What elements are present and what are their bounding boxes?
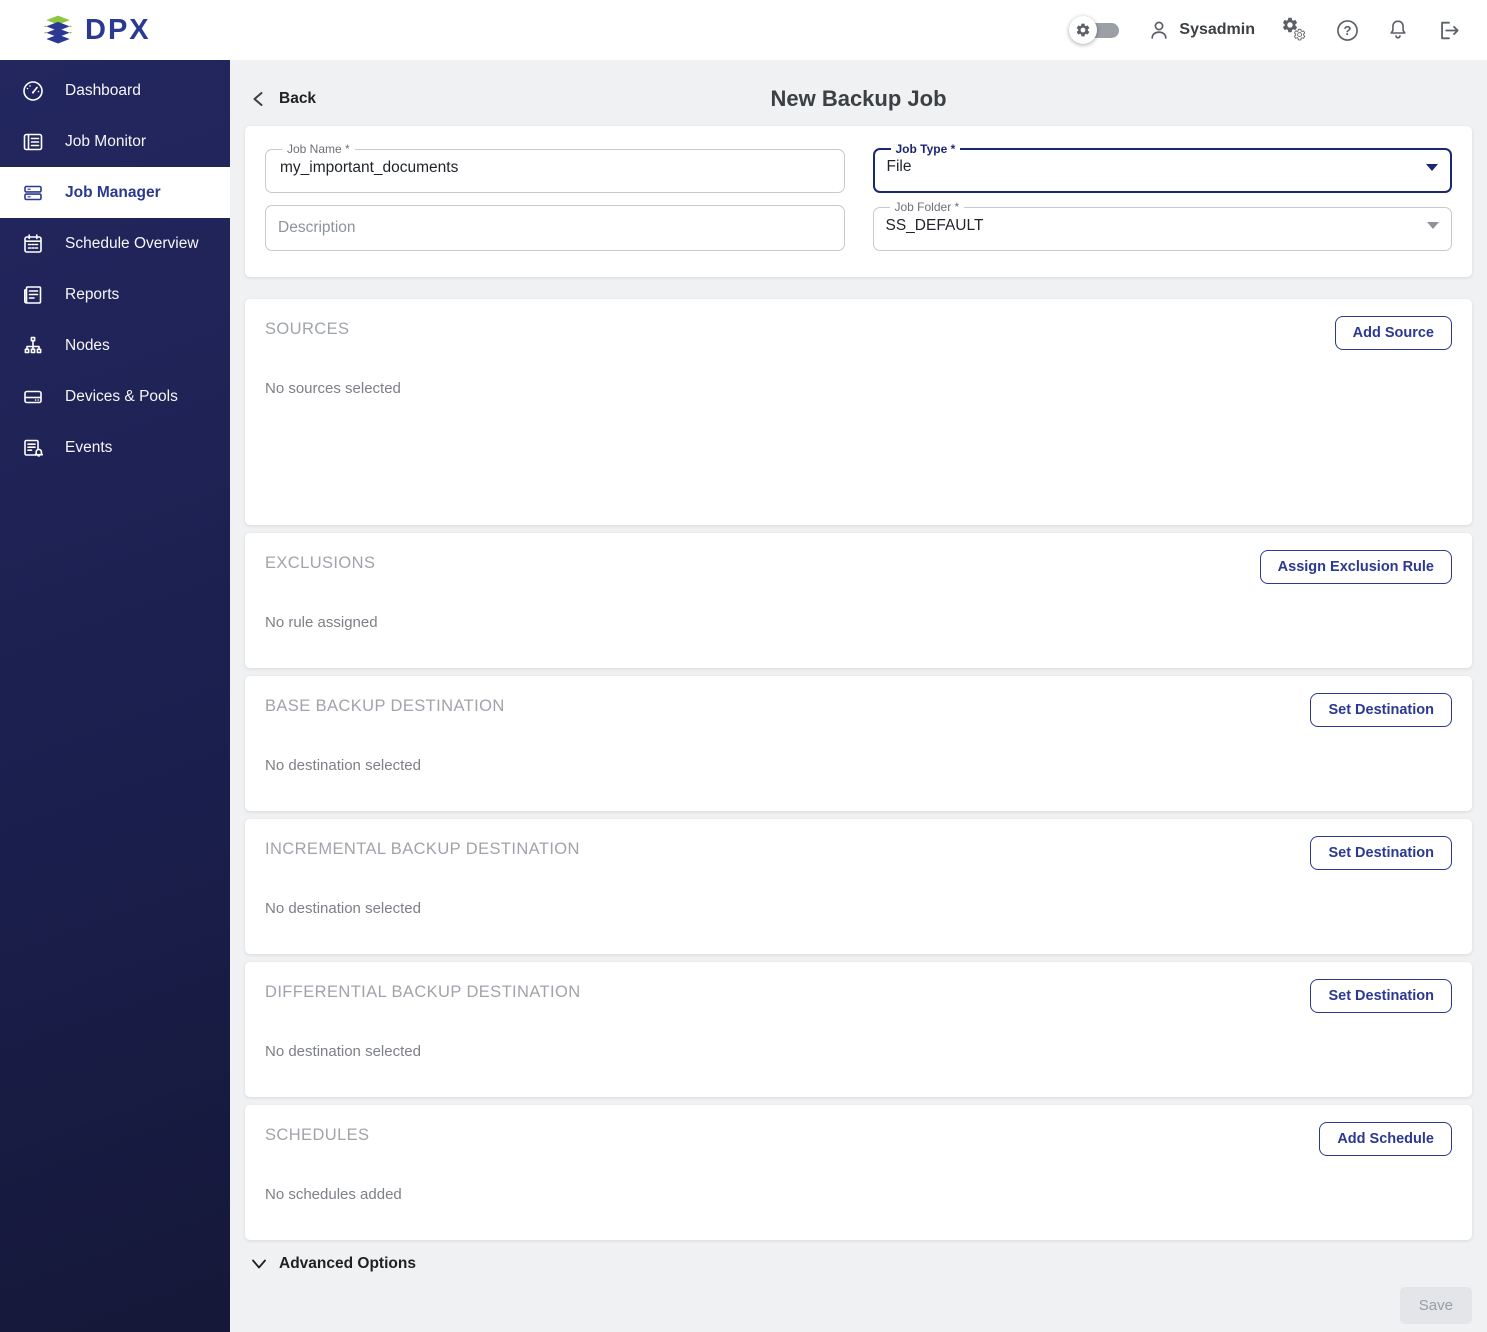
set-destination-button[interactable]: Set Destination [1310, 979, 1452, 1013]
description-input[interactable] [265, 205, 845, 251]
section-incremental-backup-destination: INCREMENTAL BACKUP DESTINATION Set Desti… [245, 819, 1472, 954]
logout-icon[interactable] [1436, 18, 1461, 43]
theme-toggle[interactable] [1069, 15, 1121, 45]
username: Sysadmin [1179, 21, 1255, 38]
sidebar-item-nodes[interactable]: Nodes [0, 320, 230, 371]
jobs-icon [21, 181, 45, 205]
sidebar-item-events[interactable]: Events [0, 422, 230, 473]
save-button[interactable]: Save [1399, 1287, 1472, 1324]
chevron-down-icon [1426, 163, 1438, 171]
section-sources: SOURCES Add Source No sources selected [245, 299, 1472, 525]
chevron-down-icon [1427, 222, 1439, 229]
notifications-bell-icon[interactable] [1386, 18, 1410, 42]
sidebar-item-label: Nodes [65, 336, 110, 354]
dpx-logo: DPX [40, 12, 151, 48]
back-label: Back [279, 90, 317, 107]
main-content: Back New Backup Job Job Name * Job Type … [230, 60, 1487, 1332]
section-empty-text: No destination selected [265, 900, 421, 917]
section-empty-text: No destination selected [265, 757, 421, 774]
sidebar-item-label: Dashboard [65, 81, 141, 99]
job-name-label: Job Name * [287, 142, 350, 156]
sidebar-item-devices-pools[interactable]: Devices & Pools [0, 371, 230, 422]
section-empty-text: No rule assigned [265, 614, 378, 631]
list-icon [21, 130, 45, 154]
dpx-logo-layers-icon [43, 15, 73, 44]
brand-name: DPX [85, 13, 151, 46]
job-name-input[interactable] [278, 157, 832, 178]
sidebar-item-label: Devices & Pools [65, 387, 178, 405]
section-title: SOURCES [265, 320, 350, 338]
job-type-select[interactable]: File [886, 158, 1438, 176]
user-icon [1147, 18, 1171, 42]
gauge-icon [21, 79, 45, 103]
section-exclusions: EXCLUSIONS Assign Exclusion Rule No rule… [245, 533, 1472, 668]
nodes-icon [21, 334, 45, 358]
sections-list: SOURCES Add Source No sources selected E… [245, 299, 1472, 1240]
sidebar-item-job-manager[interactable]: Job Manager [0, 167, 230, 218]
sidebar-item-label: Job Manager [65, 183, 161, 201]
chevron-down-icon [252, 1259, 266, 1269]
section-title: EXCLUSIONS [265, 554, 376, 572]
sidebar-item-label: Job Monitor [65, 132, 146, 150]
section-title: BASE BACKUP DESTINATION [265, 697, 505, 715]
job-name-field: Job Name * [265, 142, 845, 193]
job-type-label: Job Type * [895, 142, 956, 156]
svg-text:?: ? [1344, 22, 1352, 37]
set-destination-button[interactable]: Set Destination [1310, 836, 1452, 870]
top-bar: DPX Sysadmin ? [0, 0, 1487, 60]
job-details-card: Job Name * Job Type * File Job Folder * … [245, 126, 1472, 277]
settings-gears-icon[interactable] [1281, 16, 1309, 44]
section-empty-text: No sources selected [265, 380, 401, 397]
chevron-left-icon [253, 92, 263, 106]
add-schedule-button[interactable]: Add Schedule [1319, 1122, 1452, 1156]
sidebar-item-reports[interactable]: Reports [0, 269, 230, 320]
sidebar-item-job-monitor[interactable]: Job Monitor [0, 116, 230, 167]
section-empty-text: No destination selected [265, 1043, 421, 1060]
section-title: DIFFERENTIAL BACKUP DESTINATION [265, 983, 581, 1001]
page-title: New Backup Job [770, 86, 947, 111]
events-icon [21, 436, 45, 460]
assign-exclusion-rule-button[interactable]: Assign Exclusion Rule [1259, 550, 1452, 584]
user-menu[interactable]: Sysadmin [1147, 18, 1255, 42]
job-folder-select[interactable]: SS_DEFAULT [885, 216, 1439, 235]
job-folder-label: Job Folder * [894, 200, 960, 214]
report-icon [21, 283, 45, 307]
back-button[interactable]: Back [245, 90, 316, 108]
sidebar-item-label: Schedule Overview [65, 234, 199, 252]
sidebar-item-label: Events [65, 438, 113, 456]
set-destination-button[interactable]: Set Destination [1310, 693, 1452, 727]
job-type-value: File [886, 158, 912, 175]
sidebar-item-schedule-overview[interactable]: Schedule Overview [0, 218, 230, 269]
add-source-button[interactable]: Add Source [1334, 316, 1452, 350]
section-empty-text: No schedules added [265, 1186, 402, 1203]
device-icon [21, 385, 45, 409]
section-differential-backup-destination: DIFFERENTIAL BACKUP DESTINATION Set Dest… [245, 962, 1472, 1097]
section-schedules: SCHEDULES Add Schedule No schedules adde… [245, 1105, 1472, 1240]
job-folder-value: SS_DEFAULT [885, 216, 984, 234]
job-folder-field[interactable]: Job Folder * SS_DEFAULT [872, 200, 1452, 251]
sidebar: Dashboard Job Monitor Job Manager Schedu… [0, 60, 230, 1332]
section-title: INCREMENTAL BACKUP DESTINATION [265, 840, 580, 858]
job-type-field[interactable]: Job Type * File [872, 142, 1452, 193]
section-title: SCHEDULES [265, 1126, 370, 1144]
help-icon[interactable]: ? [1335, 18, 1360, 43]
advanced-options-toggle[interactable]: Advanced Options [251, 1255, 1472, 1273]
sidebar-item-label: Reports [65, 285, 120, 303]
calendar-icon [21, 232, 45, 256]
sidebar-item-dashboard[interactable]: Dashboard [0, 65, 230, 116]
advanced-options-label: Advanced Options [279, 1255, 416, 1272]
gear-toggle-thumb-icon [1069, 16, 1098, 44]
section-base-backup-destination: BASE BACKUP DESTINATION Set Destination … [245, 676, 1472, 811]
